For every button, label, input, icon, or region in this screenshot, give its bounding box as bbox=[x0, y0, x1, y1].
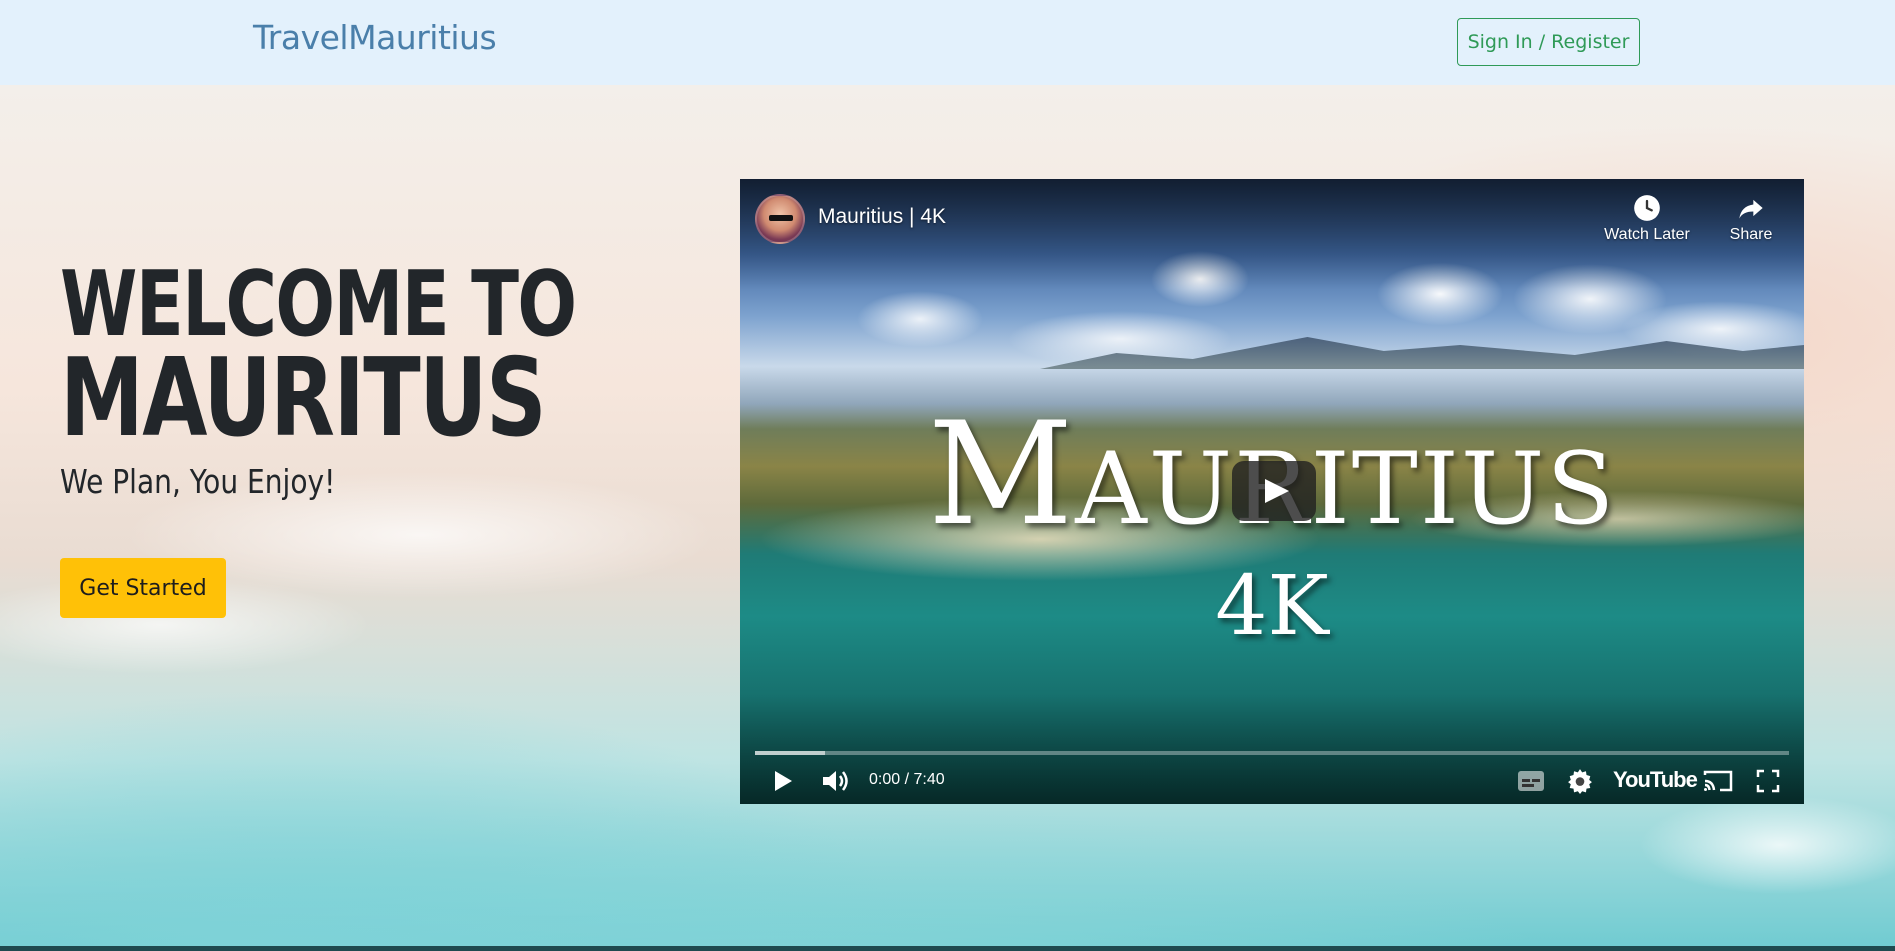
youtube-logo[interactable]: YouTube bbox=[1613, 767, 1698, 793]
video-buffered-progress bbox=[755, 751, 825, 755]
subtitles-icon bbox=[1518, 771, 1544, 791]
cast-icon bbox=[1703, 770, 1733, 792]
get-started-button[interactable]: Get Started bbox=[60, 558, 226, 618]
play-icon bbox=[775, 771, 792, 791]
fullscreen-icon bbox=[1756, 769, 1780, 793]
watch-later-label: Watch Later bbox=[1604, 226, 1690, 243]
play-button[interactable] bbox=[766, 761, 800, 801]
hero-title-line1: WELCOME TO bbox=[60, 252, 577, 357]
brand-logo[interactable]: TravelMauritius bbox=[253, 18, 497, 57]
share-arrow-icon bbox=[1739, 199, 1763, 219]
settings-button[interactable] bbox=[1563, 761, 1597, 801]
hero-subtitle: We Plan, You Enjoy! bbox=[60, 462, 336, 501]
navbar: TravelMauritius Sign In / Register bbox=[0, 0, 1895, 85]
share-button[interactable]: Share bbox=[1718, 194, 1784, 244]
wave-foam-decoration-right bbox=[1560, 785, 1895, 951]
subtitles-button[interactable] bbox=[1515, 761, 1547, 801]
video-controls: 0:00 / 7:40 YouTube bbox=[740, 761, 1804, 801]
video-progress-bar[interactable] bbox=[755, 751, 1789, 755]
video-title[interactable]: Mauritius | 4K bbox=[818, 205, 946, 229]
fullscreen-button[interactable] bbox=[1750, 761, 1786, 801]
cast-button[interactable] bbox=[1699, 761, 1737, 801]
channel-avatar[interactable] bbox=[755, 194, 805, 244]
clock-icon bbox=[1634, 195, 1660, 221]
video-time-display: 0:00 / 7:40 bbox=[869, 771, 945, 788]
volume-button[interactable] bbox=[818, 761, 854, 801]
gear-icon bbox=[1568, 769, 1592, 794]
hero-title-line2: MAURITUS bbox=[60, 335, 547, 461]
hero-title: WELCOME TO MAURITUS bbox=[60, 252, 577, 461]
share-label: Share bbox=[1729, 226, 1773, 243]
page-bottom-border bbox=[0, 946, 1895, 951]
signin-register-button[interactable]: Sign In / Register bbox=[1457, 18, 1640, 66]
video-player[interactable]: Mauritius | 4K Watch Later Share Mauriti… bbox=[740, 179, 1804, 804]
watch-later-button[interactable]: Watch Later bbox=[1597, 194, 1697, 244]
volume-icon bbox=[823, 771, 848, 791]
big-play-button[interactable] bbox=[1232, 461, 1316, 521]
